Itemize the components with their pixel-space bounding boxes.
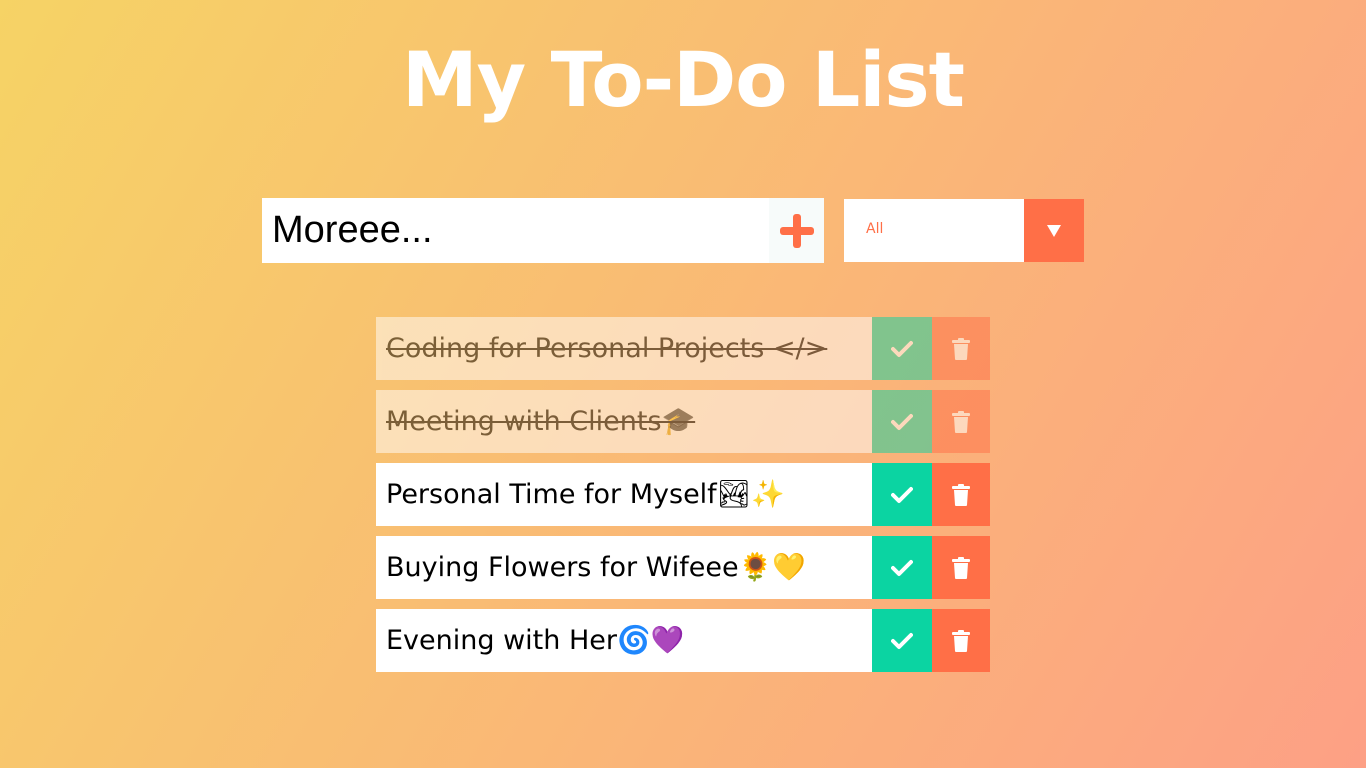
trash-icon [952,410,970,433]
todo-item: Evening with Her🌀💜 [376,609,990,672]
add-todo-button[interactable] [769,198,824,263]
filter-selected-value: All [866,221,884,237]
page-title: My To-Do List [402,35,965,124]
check-icon [891,413,913,430]
trash-icon [952,629,970,652]
delete-button[interactable] [932,317,990,380]
check-icon [891,632,913,649]
trash-icon [952,483,970,506]
todo-item: Meeting with Clients🎓 [376,390,990,453]
todo-item: Buying Flowers for Wifeee🌻💛 [376,536,990,599]
filter-dropdown-button[interactable] [1024,199,1084,262]
todo-item-text: Evening with Her🌀💜 [386,625,685,656]
todo-input[interactable] [262,198,769,263]
todo-item-text: Buying Flowers for Wifeee🌻💛 [386,552,806,583]
complete-button[interactable] [872,463,932,526]
complete-button[interactable] [872,609,932,672]
todo-item-text: Meeting with Clients🎓 [386,406,696,437]
filter-select[interactable]: All [844,199,1084,262]
todo-item-text: Personal Time for Myself🏞✨ [386,479,785,510]
delete-button[interactable] [932,390,990,453]
complete-button[interactable] [872,390,932,453]
check-icon [891,340,913,357]
todo-item: Personal Time for Myself🏞✨ [376,463,990,526]
trash-icon [952,337,970,360]
todo-item-text: Coding for Personal Projects </> [386,333,828,364]
check-icon [891,559,913,576]
todo-item: Coding for Personal Projects </> [376,317,990,380]
delete-button[interactable] [932,463,990,526]
caret-down-icon [1047,224,1061,237]
todo-list: Coding for Personal Projects </> Meeting … [376,317,990,682]
check-icon [891,486,913,503]
trash-icon [952,556,970,579]
delete-button[interactable] [932,609,990,672]
plus-icon [779,213,814,248]
complete-button[interactable] [872,317,932,380]
delete-button[interactable] [932,536,990,599]
complete-button[interactable] [872,536,932,599]
